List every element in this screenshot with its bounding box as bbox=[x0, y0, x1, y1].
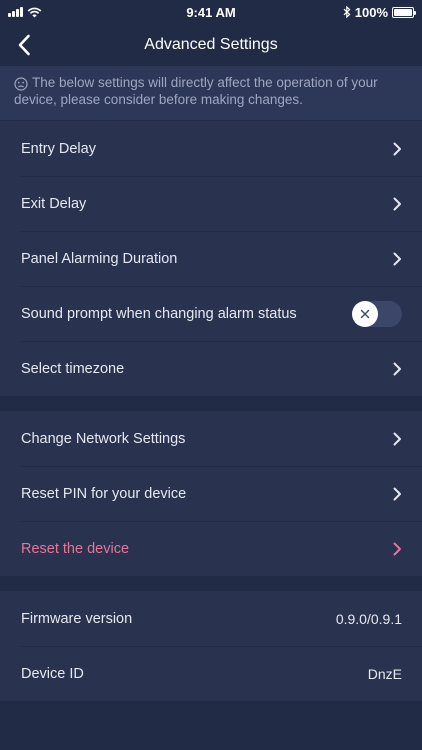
row-label: Select timezone bbox=[21, 360, 125, 377]
chevron-right-icon bbox=[393, 432, 401, 445]
entry-delay-row[interactable]: Entry Delay bbox=[0, 121, 422, 176]
reset-pin-row[interactable]: Reset PIN for your device bbox=[0, 466, 422, 521]
chevron-right-icon bbox=[393, 142, 401, 155]
chevron-right-icon bbox=[393, 197, 401, 210]
row-label: Entry Delay bbox=[21, 140, 96, 157]
row-label: Reset the device bbox=[21, 540, 130, 557]
warning-notice: The below settings will directly affect … bbox=[0, 66, 422, 120]
row-label: Firmware version bbox=[21, 610, 133, 627]
select-timezone-row[interactable]: Select timezone bbox=[0, 341, 422, 396]
row-label: Sound prompt when changing alarm status bbox=[21, 305, 297, 322]
exit-delay-row[interactable]: Exit Delay bbox=[0, 176, 422, 231]
settings-group-info: Firmware version 0.9.0/0.9.1 Device ID D… bbox=[0, 591, 422, 701]
device-id-row: Device ID DnzE bbox=[0, 646, 422, 701]
firmware-version-value: 0.9.0/0.9.1 bbox=[335, 610, 402, 627]
chevron-left-icon bbox=[18, 34, 30, 56]
row-label: Change Network Settings bbox=[21, 430, 186, 447]
chevron-right-icon bbox=[393, 542, 401, 555]
status-left bbox=[8, 7, 108, 18]
settings-group-device: Change Network Settings Reset PIN for yo… bbox=[0, 411, 422, 576]
change-network-settings-row[interactable]: Change Network Settings bbox=[0, 411, 422, 466]
sound-prompt-toggle[interactable] bbox=[352, 300, 402, 327]
firmware-version-row: Firmware version 0.9.0/0.9.1 bbox=[0, 591, 422, 646]
bluetooth-icon bbox=[343, 6, 351, 18]
settings-group-delays: Entry Delay Exit Delay Panel Alarming Du… bbox=[0, 121, 422, 396]
row-label: Device ID bbox=[21, 665, 84, 682]
battery-percent: 100% bbox=[354, 4, 388, 20]
nav-bar: Advanced Settings bbox=[0, 24, 422, 66]
status-bar: 9:41 AM 100% bbox=[0, 0, 422, 24]
row-label: Exit Delay bbox=[21, 195, 87, 212]
reset-device-row[interactable]: Reset the device bbox=[0, 521, 422, 576]
sad-face-icon bbox=[14, 77, 28, 91]
row-label: Panel Alarming Duration bbox=[21, 250, 178, 267]
close-icon bbox=[360, 309, 370, 318]
status-time: 9:41 AM bbox=[186, 4, 236, 20]
status-right: 100% bbox=[314, 4, 416, 20]
row-label: Reset PIN for your device bbox=[21, 485, 187, 502]
sound-prompt-row: Sound prompt when changing alarm status bbox=[0, 286, 422, 341]
battery-icon bbox=[392, 6, 416, 18]
device-id-value: DnzE bbox=[367, 665, 402, 682]
wifi-icon bbox=[27, 7, 42, 17]
notice-text: The below settings will directly affect … bbox=[14, 75, 378, 107]
back-button[interactable] bbox=[10, 30, 38, 60]
chevron-right-icon bbox=[393, 362, 401, 375]
page-title: Advanced Settings bbox=[144, 36, 278, 53]
panel-alarming-duration-row[interactable]: Panel Alarming Duration bbox=[0, 231, 422, 286]
toggle-knob bbox=[352, 300, 378, 327]
chevron-right-icon bbox=[393, 252, 401, 265]
cellular-signal-icon bbox=[8, 7, 23, 17]
chevron-right-icon bbox=[393, 487, 401, 500]
